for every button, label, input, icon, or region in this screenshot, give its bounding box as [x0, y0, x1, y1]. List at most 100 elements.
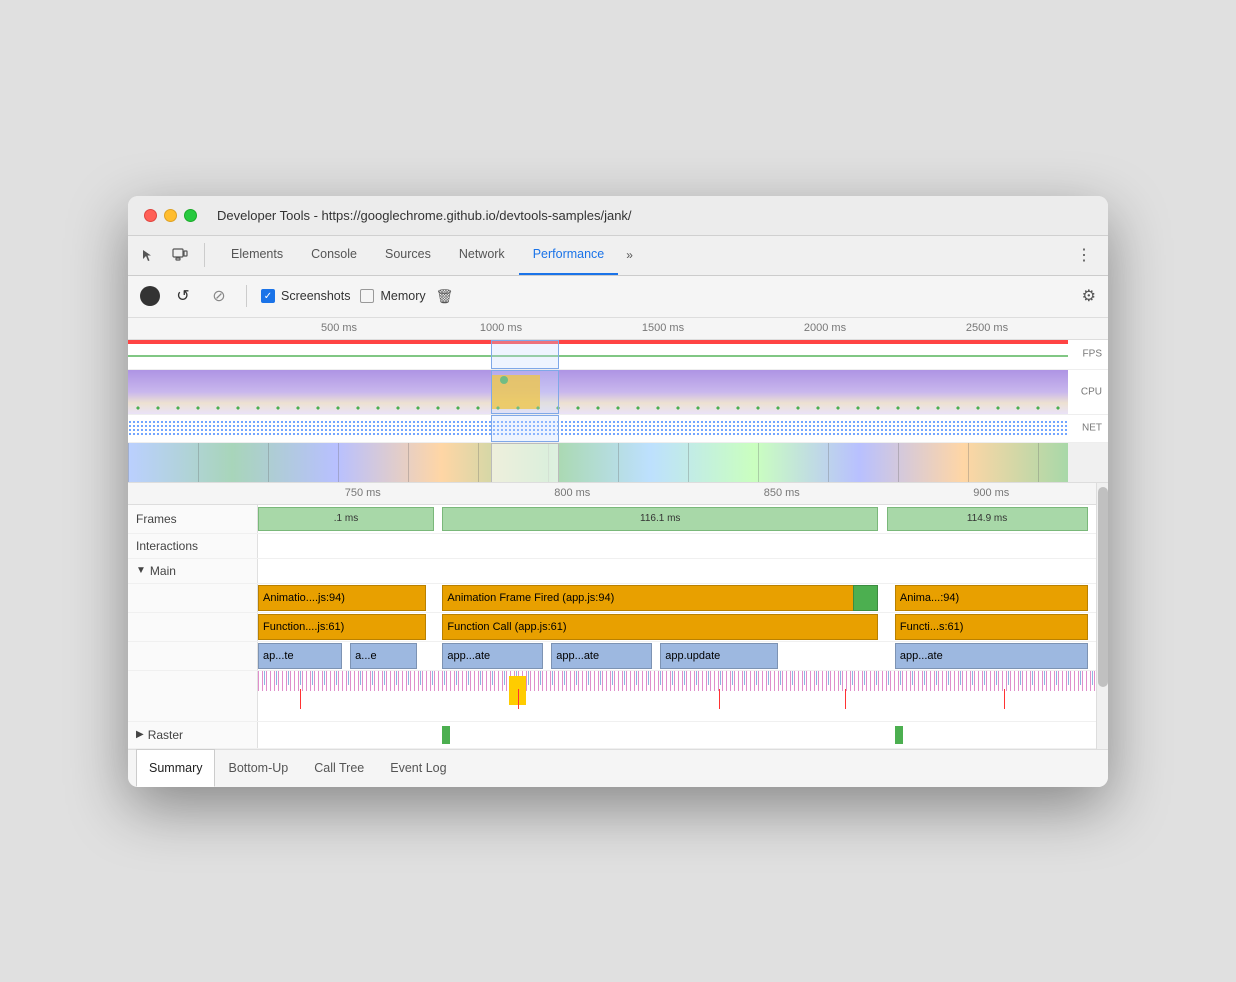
main-section-header: ▼Main [128, 559, 1096, 584]
raster-arrow[interactable]: ▶ [136, 729, 144, 740]
tab-summary[interactable]: Summary [136, 749, 215, 787]
interactions-content [258, 534, 1096, 558]
timeline-detail: 750 ms 800 ms 850 ms 900 ms Frames .1 ms… [128, 483, 1108, 749]
minimize-button[interactable] [164, 209, 177, 222]
clear-button[interactable]: ⊘ [206, 283, 232, 309]
titlebar: Developer Tools - https://googlechrome.g… [128, 196, 1108, 236]
menu-button[interactable]: ⋮ [1068, 241, 1100, 269]
flame-app-2[interactable]: a...e [350, 643, 417, 669]
flame-func-1[interactable]: Function....js:61) [258, 614, 426, 640]
flame-row-3-label [128, 642, 258, 670]
frame-block-1[interactable]: .1 ms [258, 507, 434, 531]
flame-func-main[interactable]: Function Call (app.js:61) [442, 614, 878, 640]
micro-flame-label [128, 671, 258, 721]
flame-func-2[interactable]: Functi...s:61) [895, 614, 1088, 640]
net-dots [128, 420, 1068, 437]
flame-app-3[interactable]: app...ate [442, 643, 543, 669]
overview-ruler: 500 ms 1000 ms 1500 ms 2000 ms 2500 ms [128, 318, 1108, 340]
overview-selection-net[interactable] [491, 415, 560, 442]
tab-more[interactable]: » [618, 248, 641, 262]
tick-1500ms: 1500 ms [582, 322, 744, 334]
overview-selection-cpu[interactable] [491, 370, 560, 414]
tab-bottom-up[interactable]: Bottom-Up [215, 749, 301, 787]
micro-red-2 [518, 689, 519, 709]
cursor-icon[interactable] [136, 243, 160, 267]
window-title: Developer Tools - https://googlechrome.g… [217, 208, 632, 223]
main-header-content [258, 559, 1096, 583]
flame-row-1: Animatio....js:94) Animation Frame Fired… [128, 584, 1096, 613]
fps-red-bar [128, 340, 1068, 344]
cpu-dots [128, 405, 1068, 411]
tick-500ms: 500 ms [258, 322, 420, 334]
flame-row-3: ap...te a...e app...ate app...ate app.up… [128, 642, 1096, 671]
scrollbar[interactable] [1096, 483, 1108, 749]
interactions-row: Interactions [128, 534, 1096, 559]
frames-label: Frames [128, 505, 258, 533]
tick-2000ms: 2000 ms [744, 322, 906, 334]
detail-area: 750 ms 800 ms 850 ms 900 ms Frames .1 ms… [128, 483, 1108, 749]
tab-performance[interactable]: Performance [519, 235, 619, 275]
trash-button[interactable]: 🗑 [436, 288, 454, 305]
tab-network[interactable]: Network [445, 235, 519, 275]
flame-row-2-label [128, 613, 258, 641]
net-label: NET [1082, 423, 1102, 434]
flame-app-4[interactable]: app...ate [551, 643, 652, 669]
flame-row-2: Function....js:61) Function Call (app.js… [128, 613, 1096, 642]
fps-green-line [128, 355, 1068, 357]
record-button[interactable] [140, 286, 160, 306]
devtools-window: Developer Tools - https://googlechrome.g… [128, 196, 1108, 787]
tab-console[interactable]: Console [297, 235, 371, 275]
flame-row-3-content: ap...te a...e app...ate app...ate app.up… [258, 642, 1096, 670]
main-label: ▼Main [128, 559, 258, 583]
tick-2500ms: 2500 ms [906, 322, 1068, 334]
maximize-button[interactable] [184, 209, 197, 222]
screenshots-selection[interactable] [491, 443, 560, 483]
timeline-main: 750 ms 800 ms 850 ms 900 ms Frames .1 ms… [128, 483, 1096, 749]
micro-red-5 [1004, 689, 1005, 709]
screenshots-checkbox-group: ✓ Screenshots [261, 289, 350, 303]
tick-1000ms: 1000 ms [420, 322, 582, 334]
tab-sources[interactable]: Sources [371, 235, 445, 275]
scrollbar-thumb[interactable] [1098, 487, 1108, 687]
micro-red-1 [300, 689, 301, 709]
flame-row-1-label [128, 584, 258, 612]
memory-checkbox[interactable] [360, 289, 374, 303]
frames-row: Frames .1 ms 116.1 ms 114.9 ms [128, 505, 1096, 534]
flame-anim-1[interactable]: Animatio....js:94) [258, 585, 426, 611]
flame-app-6[interactable]: app...ate [895, 643, 1088, 669]
frame-block-2[interactable]: 116.1 ms [442, 507, 878, 531]
tab-elements[interactable]: Elements [217, 235, 297, 275]
detail-tick-750: 750 ms [258, 487, 468, 499]
reload-button[interactable]: ↺ [170, 283, 196, 309]
micro-bars [258, 671, 1096, 705]
detail-tick-850: 850 ms [677, 487, 887, 499]
screenshots-checkbox[interactable]: ✓ [261, 289, 275, 303]
overview-selection-fps[interactable] [491, 340, 560, 369]
flame-anim-main[interactable]: Animation Frame Fired (app.js:94) [442, 585, 878, 611]
nav-tabs: Elements Console Sources Network Perform… [128, 236, 1108, 276]
frame-block-3[interactable]: 114.9 ms [887, 507, 1088, 531]
flame-row-2-content: Function....js:61) Function Call (app.js… [258, 613, 1096, 641]
flame-green-1[interactable] [853, 585, 878, 611]
overview-tracks: FPS CPU NET [128, 340, 1108, 483]
settings-button[interactable]: ⚙ [1082, 286, 1096, 306]
tab-event-log[interactable]: Event Log [377, 749, 459, 787]
flame-app-5[interactable]: app.update [660, 643, 777, 669]
close-button[interactable] [144, 209, 157, 222]
raster-label: ▶Raster [128, 722, 258, 748]
tab-call-tree[interactable]: Call Tree [301, 749, 377, 787]
flame-row-1-content: Animatio....js:94) Animation Frame Fired… [258, 584, 1096, 612]
flame-anim-2[interactable]: Anima...:94) [895, 585, 1088, 611]
raster-marker-1 [442, 726, 450, 744]
micro-flame-row [128, 671, 1096, 722]
memory-checkbox-group: Memory [360, 289, 425, 303]
main-arrow[interactable]: ▼ [136, 565, 146, 576]
micro-red-3 [719, 689, 720, 709]
overview-panel: 500 ms 1000 ms 1500 ms 2000 ms 2500 ms F… [128, 318, 1108, 483]
device-icon[interactable] [168, 243, 192, 267]
flame-app-1[interactable]: ap...te [258, 643, 342, 669]
cpu-label: CPU [1081, 386, 1102, 397]
fps-label: FPS [1083, 349, 1102, 360]
frames-content: .1 ms 116.1 ms 114.9 ms [258, 505, 1096, 533]
screenshots-label: Screenshots [281, 289, 350, 303]
